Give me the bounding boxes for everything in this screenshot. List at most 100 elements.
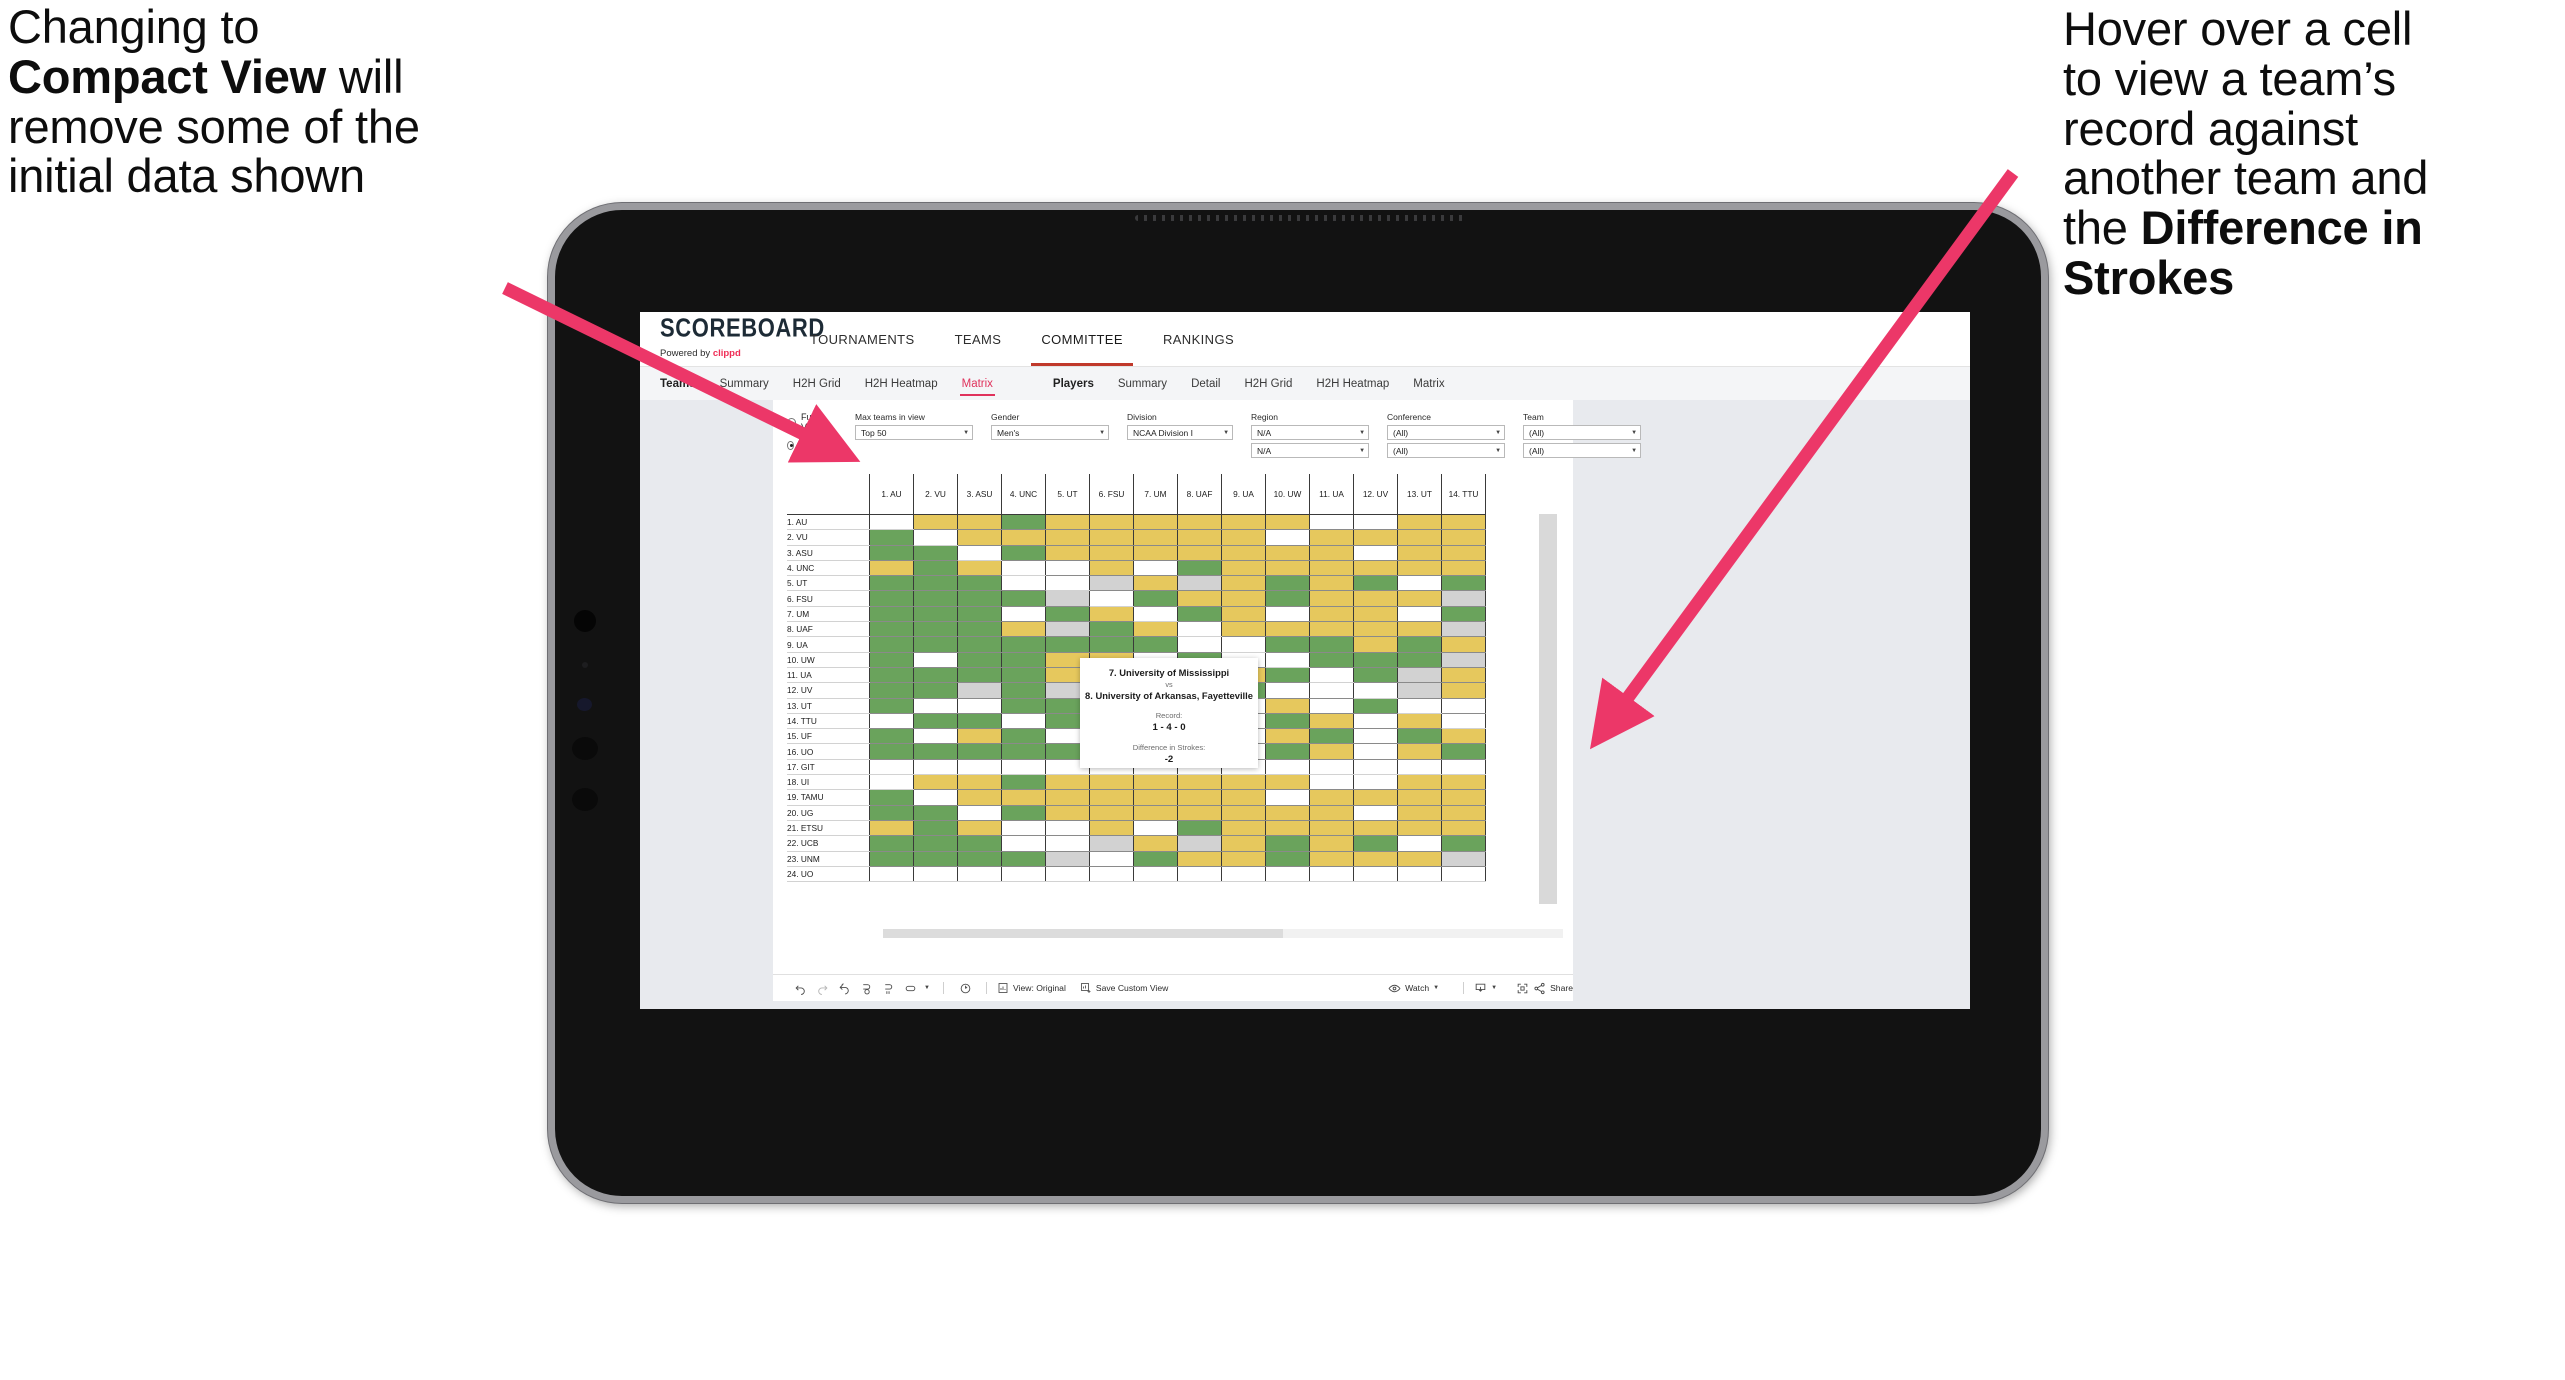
matrix-cell[interactable] bbox=[1001, 560, 1046, 577]
matrix-cell[interactable] bbox=[1001, 759, 1046, 776]
matrix-cell[interactable] bbox=[913, 590, 958, 607]
matrix-cell[interactable] bbox=[1265, 835, 1310, 852]
matrix-cell[interactable] bbox=[1001, 621, 1046, 638]
matrix-cell[interactable] bbox=[869, 759, 914, 776]
matrix-cell[interactable] bbox=[1309, 606, 1354, 623]
matrix-cell[interactable] bbox=[1133, 560, 1178, 577]
matrix-cell[interactable] bbox=[1309, 866, 1354, 883]
matrix-cell[interactable] bbox=[869, 805, 914, 821]
refresh-icon[interactable] bbox=[855, 975, 877, 1002]
matrix-cell[interactable] bbox=[1001, 774, 1046, 791]
share-button[interactable]: Share bbox=[1533, 982, 1573, 995]
matrix-cell[interactable] bbox=[869, 698, 914, 714]
matrix-cell[interactable] bbox=[869, 621, 914, 638]
matrix-cell[interactable] bbox=[1265, 514, 1310, 531]
team-select-2[interactable]: (All) ▼ bbox=[1523, 443, 1642, 458]
matrix-cell[interactable] bbox=[1045, 866, 1090, 883]
matrix-cell[interactable] bbox=[1265, 682, 1310, 699]
volume-down-button[interactable] bbox=[572, 788, 598, 811]
pause-icon[interactable] bbox=[877, 975, 899, 1002]
matrix-cell[interactable] bbox=[1353, 774, 1398, 791]
matrix-cell[interactable] bbox=[1353, 545, 1398, 561]
matrix-cell[interactable] bbox=[1221, 545, 1266, 561]
matrix-cell[interactable] bbox=[1177, 851, 1222, 867]
matrix-cell[interactable] bbox=[1265, 698, 1310, 714]
matrix-horizontal-scrollbar[interactable] bbox=[883, 929, 1563, 938]
matrix-cell[interactable] bbox=[1353, 698, 1398, 714]
matrix-cell[interactable] bbox=[869, 743, 914, 760]
matrix-cell[interactable] bbox=[1177, 636, 1222, 653]
matrix-cell[interactable] bbox=[1001, 514, 1046, 531]
matrix-cell[interactable] bbox=[1309, 789, 1354, 806]
matrix-cell[interactable] bbox=[1001, 682, 1046, 699]
matrix-cell[interactable] bbox=[1001, 590, 1046, 607]
matrix-cell[interactable] bbox=[1265, 545, 1310, 561]
matrix-cell[interactable] bbox=[1309, 698, 1354, 714]
matrix-cell[interactable] bbox=[1353, 590, 1398, 607]
matrix-cell[interactable] bbox=[1397, 606, 1442, 623]
matrix-cell[interactable] bbox=[1089, 621, 1134, 638]
matrix-cell[interactable] bbox=[869, 820, 914, 837]
matrix-cell[interactable] bbox=[1265, 728, 1310, 745]
matrix-cell[interactable] bbox=[1397, 759, 1442, 776]
matrix-cell[interactable] bbox=[869, 789, 914, 806]
matrix-cell[interactable] bbox=[1397, 743, 1442, 760]
matrix-cell[interactable] bbox=[1309, 759, 1354, 776]
watch-button[interactable]: Watch ▼ bbox=[1388, 982, 1439, 995]
matrix-cell[interactable] bbox=[869, 728, 914, 745]
matrix-cell[interactable] bbox=[1221, 590, 1266, 607]
matrix-cell[interactable] bbox=[913, 652, 958, 668]
pause-dropdown-icon[interactable] bbox=[899, 975, 921, 1002]
matrix-cell[interactable] bbox=[1309, 805, 1354, 821]
matrix-cell[interactable] bbox=[1089, 835, 1134, 852]
matrix-cell[interactable] bbox=[1397, 636, 1442, 653]
matrix-cell[interactable] bbox=[1133, 866, 1178, 883]
matrix-cell[interactable] bbox=[1221, 514, 1266, 531]
matrix-cell[interactable] bbox=[957, 529, 1002, 546]
matrix-cell[interactable] bbox=[1045, 621, 1090, 638]
matrix-cell[interactable] bbox=[1133, 529, 1178, 546]
matrix-cell[interactable] bbox=[869, 514, 914, 531]
matrix-cell[interactable] bbox=[869, 835, 914, 852]
matrix-cell[interactable] bbox=[1441, 652, 1486, 668]
matrix-cell[interactable] bbox=[1221, 529, 1266, 546]
matrix-cell[interactable] bbox=[1265, 805, 1310, 821]
matrix-cell[interactable] bbox=[957, 835, 1002, 852]
matrix-cell[interactable] bbox=[1265, 759, 1310, 776]
matrix-cell[interactable] bbox=[1133, 606, 1178, 623]
region-select-2[interactable]: N/A ▼ bbox=[1251, 443, 1370, 458]
matrix-cell[interactable] bbox=[1441, 743, 1486, 760]
matrix-cell[interactable] bbox=[1221, 820, 1266, 837]
matrix-cell[interactable] bbox=[1441, 851, 1486, 867]
matrix-cell[interactable] bbox=[913, 789, 958, 806]
matrix-cell[interactable] bbox=[1265, 529, 1310, 546]
matrix-cell[interactable] bbox=[1001, 606, 1046, 623]
matrix-cell[interactable] bbox=[1353, 529, 1398, 546]
matrix-cell[interactable] bbox=[1309, 713, 1354, 730]
matrix-cell[interactable] bbox=[957, 805, 1002, 821]
matrix-cell[interactable] bbox=[957, 560, 1002, 577]
matrix-cell[interactable] bbox=[1133, 590, 1178, 607]
matrix-cell[interactable] bbox=[1045, 835, 1090, 852]
matrix-cell[interactable] bbox=[1441, 774, 1486, 791]
save-custom-view-button[interactable]: Save Custom View bbox=[1080, 982, 1168, 994]
matrix-cell[interactable] bbox=[1353, 575, 1398, 592]
matrix-cell[interactable] bbox=[1397, 621, 1442, 638]
matrix-cell[interactable] bbox=[913, 728, 958, 745]
matrix-cell[interactable] bbox=[1265, 636, 1310, 653]
matrix-cell[interactable] bbox=[1265, 851, 1310, 867]
matrix-cell[interactable] bbox=[957, 789, 1002, 806]
matrix-cell[interactable] bbox=[1265, 774, 1310, 791]
region-select-1[interactable]: N/A ▼ bbox=[1251, 425, 1370, 440]
matrix-cell[interactable] bbox=[1001, 698, 1046, 714]
matrix-cell[interactable] bbox=[1045, 774, 1090, 791]
matrix-cell[interactable] bbox=[1133, 820, 1178, 837]
matrix-cell[interactable] bbox=[1265, 621, 1310, 638]
matrix-cell[interactable] bbox=[1089, 636, 1134, 653]
matrix-cell[interactable] bbox=[957, 545, 1002, 561]
matrix-cell[interactable] bbox=[957, 743, 1002, 760]
matrix-cell[interactable] bbox=[869, 529, 914, 546]
matrix-cell[interactable] bbox=[957, 514, 1002, 531]
matrix-cell[interactable] bbox=[1177, 774, 1222, 791]
matrix-cell[interactable] bbox=[1133, 545, 1178, 561]
